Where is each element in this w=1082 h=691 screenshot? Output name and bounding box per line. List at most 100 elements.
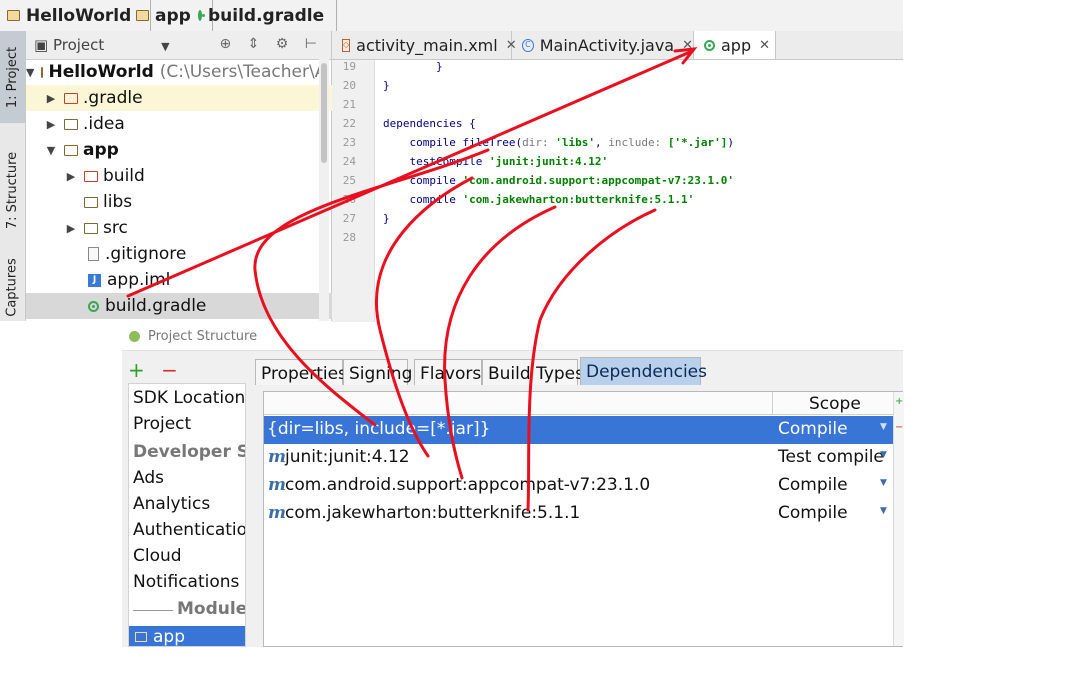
- line-number: 21: [342, 98, 356, 111]
- table-header: Scope: [264, 392, 893, 415]
- tab-dependencies[interactable]: Dependencies: [580, 357, 707, 385]
- close-icon[interactable]: ✕: [682, 38, 693, 53]
- code-editor[interactable]: 19 } 20 } 21 22 dependencies { 23 compil…: [332, 60, 903, 322]
- sidebar-item-ads[interactable]: Ads: [133, 468, 164, 488]
- dropdown-arrow-icon[interactable]: ▼: [880, 506, 887, 516]
- maven-library-icon: m: [268, 503, 286, 523]
- expand-arrow-icon[interactable]: ▶: [65, 222, 77, 235]
- tab-activity-main-xml[interactable]: ◇ activity_main.xml ✕: [332, 31, 517, 59]
- project-panel-header: ▣ Project ▼ ⊕ ⇕ ⚙ ⊢: [26, 31, 331, 60]
- folder-icon: [64, 118, 78, 130]
- tree-row-src[interactable]: ▶ src: [26, 215, 358, 241]
- breadcrumb-build-gradle[interactable]: build.gradle: [191, 0, 337, 31]
- project-header-tools[interactable]: ⊕ ⇕ ⚙ ⊢: [219, 36, 323, 52]
- close-icon[interactable]: ✕: [759, 38, 770, 53]
- tab-label: activity_main.xml: [356, 35, 498, 55]
- tool-tab-project[interactable]: 1: Project: [0, 31, 25, 123]
- tree-row-gradle[interactable]: ▶ .gradle: [26, 85, 338, 111]
- divider: [133, 610, 173, 611]
- tree-label: libs: [103, 192, 133, 212]
- tree-label: app.iml: [107, 270, 171, 290]
- tree-row-app[interactable]: ▼ app: [26, 137, 338, 163]
- tab-app-gradle[interactable]: app ✕: [694, 31, 776, 59]
- breadcrumb: HelloWorld app build.gradle: [0, 0, 903, 32]
- folder-icon: [84, 196, 98, 208]
- dropdown-arrow-icon[interactable]: ▼: [880, 422, 887, 432]
- tab-signing[interactable]: Signing: [343, 359, 412, 385]
- scope-column-header[interactable]: Scope: [809, 394, 861, 414]
- dropdown-arrow-icon[interactable]: ▼: [880, 450, 887, 460]
- xml-file-icon: ◇: [342, 38, 351, 52]
- tree-label: src: [103, 218, 128, 238]
- tree-row-idea[interactable]: ▶ .idea: [26, 111, 338, 137]
- dialog-title: Project Structure: [148, 328, 258, 344]
- developer-services-header: Developer Services: [133, 442, 245, 462]
- scope-select[interactable]: Compile: [778, 419, 848, 439]
- tree-row-helloworld[interactable]: ▼ HelloWorld (C:\Users\Teacher\A: [26, 59, 326, 85]
- dialog-toolbar: + −: [128, 358, 178, 382]
- dropdown-arrow-icon[interactable]: ▼: [880, 478, 887, 488]
- expand-arrow-icon[interactable]: ▶: [45, 92, 57, 105]
- scope-select[interactable]: Test compile: [778, 447, 884, 467]
- add-dependency-icon[interactable]: +: [895, 396, 903, 407]
- sidebar-item-cloud[interactable]: Cloud: [133, 546, 182, 566]
- tool-tab-captures[interactable]: Captures: [0, 253, 25, 321]
- remove-dependency-icon[interactable]: −: [895, 422, 903, 433]
- expand-arrow-icon[interactable]: ▼: [45, 144, 57, 157]
- scrollbar-thumb[interactable]: [321, 63, 327, 163]
- text-file-icon: [88, 247, 99, 261]
- remove-button[interactable]: −: [161, 358, 178, 382]
- sidebar-item-app-module[interactable]: app: [129, 626, 245, 646]
- line-number: 23: [342, 136, 356, 149]
- gradle-icon: [88, 300, 99, 312]
- tree-label: .idea: [83, 114, 125, 134]
- project-scrollbar[interactable]: [319, 59, 329, 321]
- breadcrumb-label: app: [155, 5, 191, 26]
- tab-build-types[interactable]: Build Types: [482, 359, 584, 385]
- code-line: testCompile 'junit:junit:4.12': [383, 155, 609, 168]
- project-folder-icon: [41, 66, 44, 78]
- add-button[interactable]: +: [128, 358, 145, 382]
- dependency-name: {dir=libs, include=[*.jar]}: [267, 419, 491, 439]
- sidebar-item-project[interactable]: Project: [133, 414, 191, 434]
- expand-arrow-icon[interactable]: ▶: [45, 118, 57, 131]
- project-panel: ▣ Project ▼ ⊕ ⇕ ⚙ ⊢ ▼ HelloWorld (C:\Use…: [26, 31, 381, 321]
- tree-label: HelloWorld: [48, 62, 154, 82]
- expand-arrow-icon[interactable]: ▼: [26, 66, 34, 79]
- scope-select[interactable]: Compile: [778, 503, 848, 523]
- sidebar-item-notifications[interactable]: Notifications: [133, 572, 239, 592]
- table-row[interactable]: m com.android.support:appcompat-v7:23.1.…: [264, 472, 893, 500]
- code-line: compile fileTree(dir: 'libs', include: […: [383, 136, 735, 149]
- tab-flavors[interactable]: Flavors: [414, 359, 482, 385]
- sidebar-item-sdk-location[interactable]: SDK Location: [133, 388, 245, 408]
- expand-arrow-icon[interactable]: ▶: [65, 170, 77, 183]
- line-number: 27: [342, 212, 356, 225]
- sidebar-item-analytics[interactable]: Analytics: [133, 494, 210, 514]
- line-number: 19: [342, 60, 356, 73]
- folder-icon: [64, 92, 78, 104]
- table-row[interactable]: m com.jakewharton:butterknife:5.1.1 Comp…: [264, 500, 893, 528]
- tree-label: app: [83, 140, 119, 160]
- table-row[interactable]: {dir=libs, include=[*.jar]} Compile ▼: [264, 416, 893, 444]
- table-row[interactable]: m junit:junit:4.12 Test compile ▼: [264, 444, 893, 472]
- tab-mainactivity-java[interactable]: C MainActivity.java ✕: [512, 31, 694, 59]
- line-number: 24: [342, 155, 356, 168]
- line-number: 20: [342, 79, 356, 92]
- scope-select[interactable]: Compile: [778, 475, 848, 495]
- line-number: 25: [342, 174, 356, 187]
- dependency-name: junit:junit:4.12: [285, 447, 410, 467]
- gradle-icon: [704, 39, 715, 51]
- tool-tab-structure[interactable]: 7: Structure: [0, 135, 25, 245]
- code-line: }: [383, 212, 390, 225]
- tree-row-build[interactable]: ▶ build: [26, 163, 358, 189]
- line-number: 22: [342, 117, 356, 130]
- sidebar-item-authentication[interactable]: Authentication: [133, 520, 245, 540]
- line-number: 26: [342, 193, 356, 206]
- iml-file-icon: J: [88, 273, 101, 287]
- android-icon: [129, 330, 140, 342]
- dependencies-table: Scope {dir=libs, include=[*.jar]} Compil…: [263, 391, 904, 647]
- project-view-selector[interactable]: ▣ Project ▼: [34, 36, 170, 54]
- folder-icon: [84, 222, 98, 234]
- tab-properties[interactable]: Properties: [255, 359, 347, 385]
- column-divider[interactable]: [772, 392, 773, 414]
